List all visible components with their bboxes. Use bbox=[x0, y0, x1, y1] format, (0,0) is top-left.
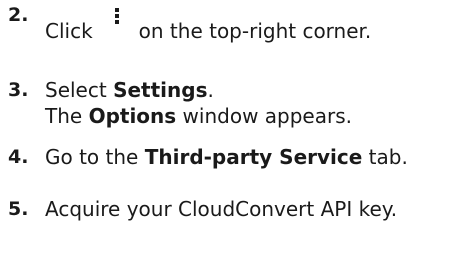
step-text-plain: . bbox=[207, 78, 214, 102]
options-window-label: Options bbox=[88, 104, 177, 128]
step-text-location: on the top-right corner. bbox=[138, 19, 372, 43]
third-party-service-tab-label: Third-party Service bbox=[144, 145, 363, 169]
step-text: Select Settings. The Options window appe… bbox=[45, 77, 352, 129]
kebab-menu-icon bbox=[114, 8, 119, 24]
step-text-plain: window appears. bbox=[176, 104, 352, 128]
step-text: Acquire your CloudConvert API key. bbox=[45, 197, 398, 221]
step-line: The Options window appears. bbox=[45, 103, 352, 129]
step-text: Go to the Third-party Service tab. bbox=[45, 144, 408, 170]
step-text-plain: Go to the bbox=[45, 145, 145, 169]
step-number: 4. bbox=[8, 146, 29, 168]
step-text-click: Click bbox=[45, 19, 93, 43]
step-text-plain: The bbox=[45, 104, 89, 128]
step-text-plain: Select bbox=[45, 78, 114, 102]
step-number: 5. bbox=[8, 198, 29, 220]
settings-menu-label: Settings bbox=[113, 78, 208, 102]
step-text: Click on the top-right corner. bbox=[45, 8, 372, 44]
step-line: Select Settings. bbox=[45, 77, 352, 103]
step-text-plain: tab. bbox=[362, 145, 408, 169]
step-number: 2. bbox=[8, 4, 29, 26]
step-number: 3. bbox=[8, 79, 29, 101]
